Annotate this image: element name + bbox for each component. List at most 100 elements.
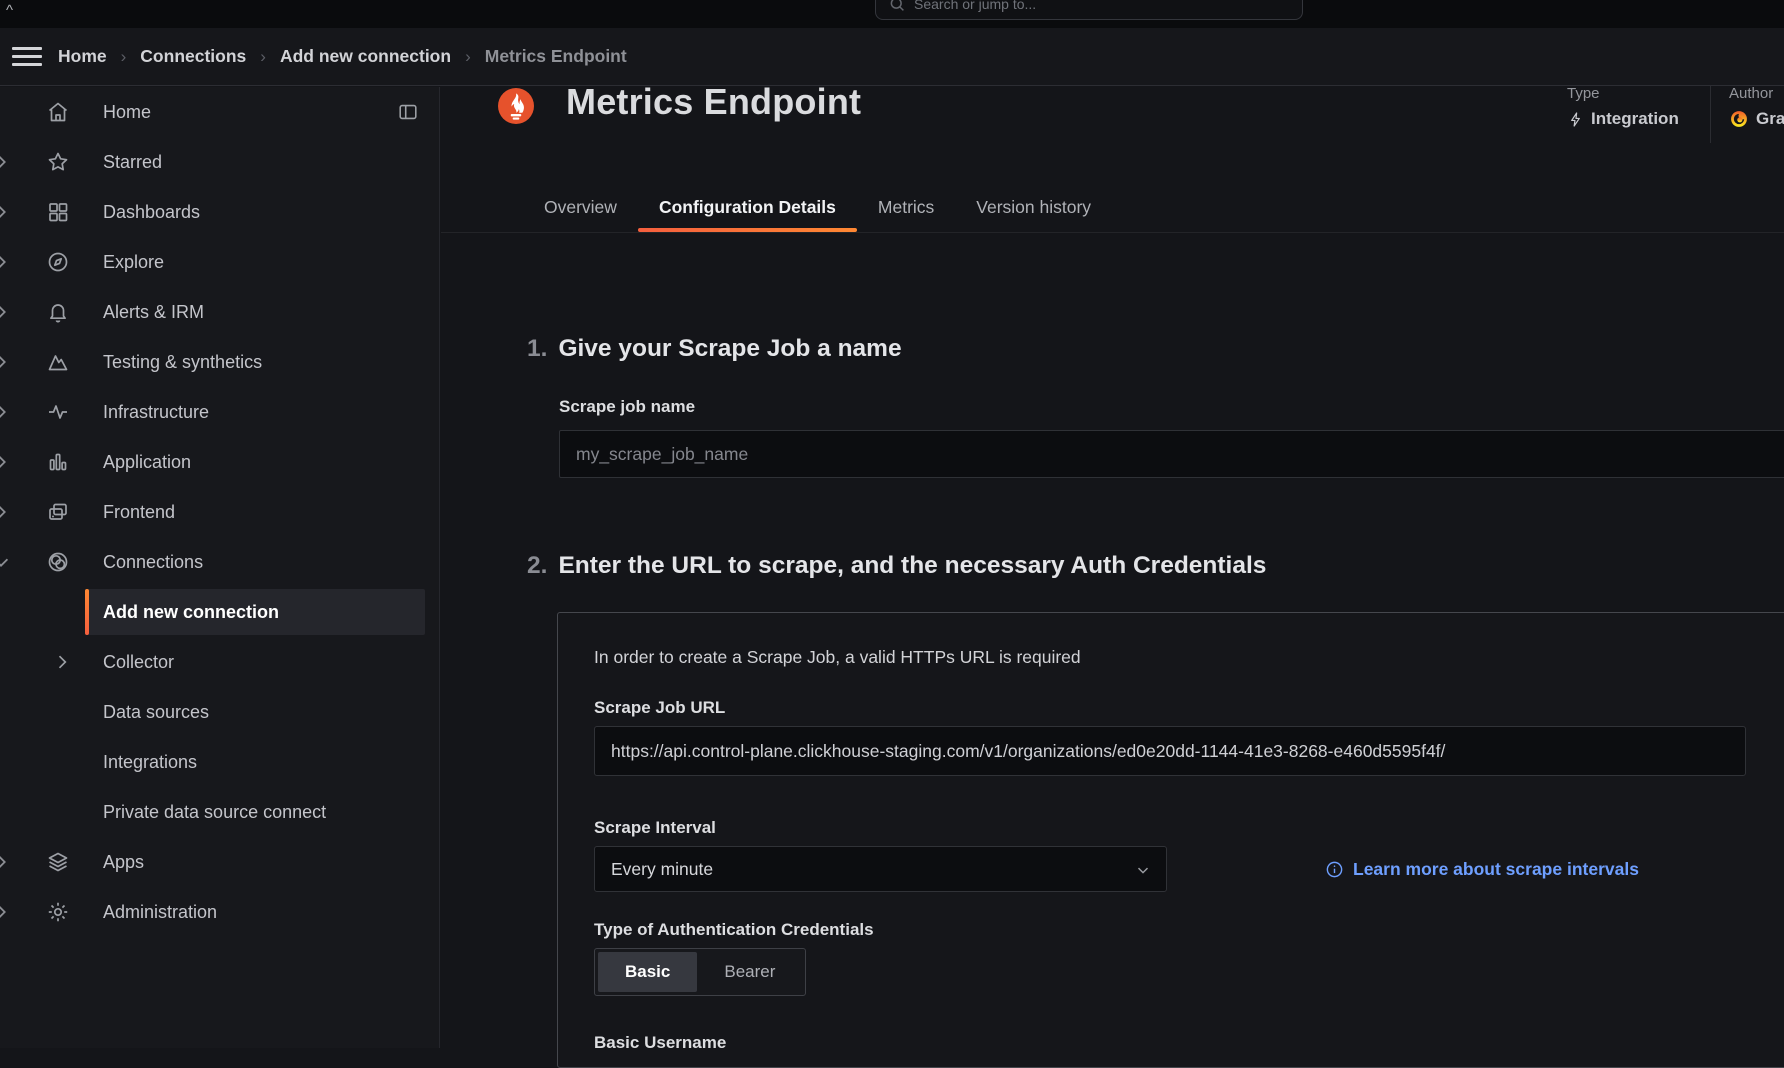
section-1-heading-text: Give your Scrape Job a name <box>558 335 901 362</box>
sidebar: Home Starred Dashboards <box>0 87 440 1048</box>
meta-type-value: Integration <box>1591 109 1679 129</box>
chevron-right-icon[interactable] <box>0 251 12 273</box>
sidebar-item-data-sources[interactable]: Data sources <box>0 687 439 737</box>
meta-divider <box>1710 83 1711 143</box>
sidebar-item-label[interactable]: Data sources <box>103 702 209 723</box>
tab-metrics[interactable]: Metrics <box>857 182 955 232</box>
chevron-right-icon[interactable] <box>0 851 12 873</box>
breadcrumb-separator: › <box>465 47 471 67</box>
chevron-right-icon[interactable] <box>0 501 12 523</box>
auth-option-bearer[interactable]: Bearer <box>697 952 802 992</box>
tab-bar: Overview Configuration Details Metrics V… <box>523 182 1112 232</box>
chevron-down-icon <box>1134 861 1152 879</box>
learn-more-text: Learn more about scrape intervals <box>1353 859 1639 880</box>
chevron-down-icon[interactable] <box>0 551 12 573</box>
scrape-interval-row: Every minute Learn more about scrape int… <box>594 846 1784 892</box>
meta-author: Author Grafana <box>1729 85 1784 129</box>
panel-note: In order to create a Scrape Job, a valid… <box>594 647 1784 668</box>
star-icon <box>46 150 70 174</box>
basic-username-label: Basic Username <box>594 1033 1784 1053</box>
sidebar-item-application[interactable]: Application <box>0 437 439 487</box>
sidebar-item-connections[interactable]: Connections <box>0 537 439 587</box>
pulse-icon <box>46 400 70 424</box>
sidebar-item-alerts-irm[interactable]: Alerts & IRM <box>0 287 439 337</box>
sidebar-item-testing-synthetics[interactable]: Testing & synthetics <box>0 337 439 387</box>
chevron-right-icon[interactable] <box>0 151 12 173</box>
chevron-right-icon[interactable] <box>0 901 12 923</box>
sidebar-item-label[interactable]: Infrastructure <box>103 402 209 423</box>
tab-overview[interactable]: Overview <box>523 182 638 232</box>
sidebar-item-label[interactable]: Apps <box>103 852 144 873</box>
breadcrumb-connections[interactable]: Connections <box>140 46 246 67</box>
chevron-right-icon[interactable] <box>0 401 12 423</box>
sidebar-item-dashboards[interactable]: Dashboards <box>0 187 439 237</box>
sidebar-item-infrastructure[interactable]: Infrastructure <box>0 387 439 437</box>
sidebar-item-label[interactable]: Explore <box>103 252 164 273</box>
scrape-job-name-input[interactable] <box>559 430 1784 478</box>
chevron-right-icon[interactable] <box>0 451 12 473</box>
auth-option-basic[interactable]: Basic <box>598 952 697 992</box>
sidebar-item-label[interactable]: Dashboards <box>103 202 200 223</box>
top-caret: ^ <box>6 2 13 19</box>
sidebar-item-administration[interactable]: Administration <box>0 887 439 937</box>
breadcrumb-bar: Home › Connections › Add new connection … <box>0 28 1784 86</box>
bell-icon <box>46 300 70 324</box>
sidebar-item-integrations[interactable]: Integrations <box>0 737 439 787</box>
explore-icon <box>46 250 70 274</box>
connections-icon <box>46 550 70 574</box>
sidebar-item-frontend[interactable]: Frontend <box>0 487 439 537</box>
chevron-right-icon[interactable] <box>0 201 12 223</box>
sidebar-item-label[interactable]: Frontend <box>103 502 175 523</box>
sidebar-item-label[interactable]: Testing & synthetics <box>103 352 262 373</box>
scrape-interval-label: Scrape Interval <box>594 818 1784 838</box>
breadcrumb-separator: › <box>121 47 127 67</box>
meta-type: Type Integration <box>1567 85 1679 129</box>
auth-type-label: Type of Authentication Credentials <box>594 920 1784 940</box>
scrape-interval-select[interactable]: Every minute <box>594 846 1167 892</box>
sidebar-item-apps[interactable]: Apps <box>0 837 439 887</box>
sidebar-item-label[interactable]: Add new connection <box>103 602 279 623</box>
chevron-right-icon[interactable] <box>52 652 72 672</box>
active-item-indicator <box>85 589 89 635</box>
scrape-job-url-label: Scrape Job URL <box>594 698 1784 718</box>
scrape-job-url-value: https://api.control-plane.clickhouse-sta… <box>611 741 1445 762</box>
tab-version-history[interactable]: Version history <box>955 182 1112 232</box>
auth-type-segmented-control: Basic Bearer <box>594 948 806 996</box>
chevron-right-icon[interactable] <box>0 301 12 323</box>
breadcrumb-home[interactable]: Home <box>58 46 107 67</box>
top-strip: ^ Search or jump to... <box>0 0 1784 28</box>
grafana-logo-icon <box>1729 109 1749 129</box>
sidebar-item-label[interactable]: Private data source connect <box>103 802 326 823</box>
dock-sidebar-icon[interactable] <box>397 101 419 123</box>
search-icon <box>888 0 906 13</box>
sidebar-item-label[interactable]: Collector <box>103 652 174 673</box>
search-input[interactable]: Search or jump to... <box>875 0 1303 20</box>
frontend-icon <box>46 500 70 524</box>
meta-type-label: Type <box>1567 85 1679 102</box>
sidebar-item-label[interactable]: Starred <box>103 152 162 173</box>
sidebar-item-collector[interactable]: Collector <box>0 637 439 687</box>
section-1-heading: 1.Give your Scrape Job a name <box>527 335 902 363</box>
tab-configuration-details[interactable]: Configuration Details <box>638 182 857 232</box>
sidebar-item-label[interactable]: Administration <box>103 902 217 923</box>
sidebar-item-label[interactable]: Integrations <box>103 752 197 773</box>
sidebar-item-explore[interactable]: Explore <box>0 237 439 287</box>
sidebar-item-add-new-connection[interactable]: Add new connection <box>0 587 439 637</box>
section-2-heading-text: Enter the URL to scrape, and the necessa… <box>558 552 1266 579</box>
chevron-right-icon[interactable] <box>0 351 12 373</box>
learn-more-link[interactable]: Learn more about scrape intervals <box>1325 859 1639 880</box>
menu-icon[interactable] <box>12 47 42 66</box>
sidebar-item-label[interactable]: Home <box>103 102 151 123</box>
scrape-job-url-input[interactable]: https://api.control-plane.clickhouse-sta… <box>594 726 1746 776</box>
breadcrumb-separator: › <box>260 47 266 67</box>
prometheus-logo-icon <box>498 88 534 124</box>
breadcrumb: Home › Connections › Add new connection … <box>58 46 627 67</box>
sidebar-item-label[interactable]: Alerts & IRM <box>103 302 204 323</box>
sidebar-item-starred[interactable]: Starred <box>0 137 439 187</box>
bar-chart-icon <box>46 450 70 474</box>
sidebar-item-home[interactable]: Home <box>0 87 439 137</box>
breadcrumb-add-new-connection[interactable]: Add new connection <box>280 46 451 67</box>
sidebar-item-label[interactable]: Application <box>103 452 191 473</box>
sidebar-item-label[interactable]: Connections <box>103 552 203 573</box>
sidebar-item-private-data-source-connect[interactable]: Private data source connect <box>0 787 439 837</box>
